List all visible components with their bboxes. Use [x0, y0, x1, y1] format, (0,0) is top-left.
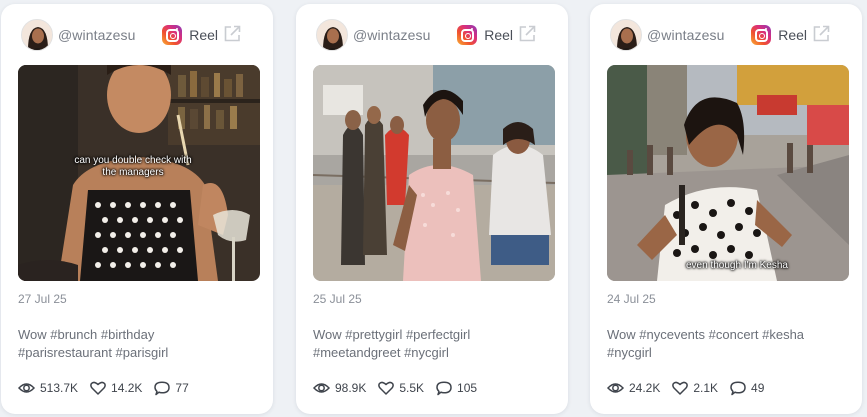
views-stat: 98.9K	[313, 381, 366, 395]
heart-icon	[90, 381, 106, 395]
views-count: 24.2K	[629, 381, 661, 395]
card-header: @wintazesu Reel	[18, 18, 256, 58]
views-stat: 24.2K	[607, 381, 660, 395]
instagram-icon	[162, 25, 182, 45]
heart-icon	[378, 381, 395, 395]
comment-icon	[436, 380, 452, 395]
caption-line: #nycgirl	[607, 345, 652, 360]
post-caption: Wow #nycevents #concert #kesha #nycgirl	[607, 326, 847, 362]
views-count: 513.7K	[40, 381, 79, 395]
video-caption-overlay: can you double check with the managers	[58, 155, 208, 179]
views-count: 98.9K	[335, 381, 367, 395]
caption-line: Wow #nycevents #concert #kesha	[607, 327, 805, 342]
caption-line: Wow #prettygirl #perfectgirl	[313, 327, 471, 342]
likes-count: 14.2K	[111, 381, 143, 395]
comments-count: 105	[457, 381, 478, 395]
comments-count: 77	[175, 381, 189, 395]
instagram-icon-dot	[765, 28, 767, 30]
heart-icon	[672, 381, 689, 395]
external-link-icon[interactable]	[517, 24, 537, 44]
post-type-label: Reel	[189, 27, 218, 43]
comments-stat: 49	[730, 380, 765, 396]
likes-stat: 14.2K	[90, 381, 142, 395]
post-date: 25 Jul 25	[313, 292, 362, 306]
eye-icon	[18, 383, 35, 393]
avatar[interactable]	[21, 19, 53, 51]
views-stat: 513.7K	[18, 381, 78, 395]
post-caption: Wow #brunch #birthday #parisrestaurant #…	[18, 326, 258, 362]
instagram-icon-dot	[176, 28, 178, 30]
caption-line: #meetandgreet #nycgirl	[313, 345, 449, 360]
post-card[interactable]: @wintazesu Reel	[296, 4, 568, 414]
caption-line: #parisrestaurant #parisgirl	[18, 345, 169, 360]
video-caption-overlay: even though I'm Kesha	[667, 260, 807, 272]
post-type-label: Reel	[778, 27, 807, 43]
post-stats: 513.7K 14.2K 77	[18, 379, 201, 397]
username[interactable]: @wintazesu	[353, 27, 430, 43]
post-stats: 24.2K 2.1K 49	[607, 379, 776, 397]
avatar[interactable]	[610, 19, 642, 51]
likes-count: 2.1K	[693, 381, 719, 395]
eye-icon	[607, 383, 624, 393]
comments-stat: 77	[154, 380, 189, 396]
username[interactable]: @wintazesu	[647, 27, 724, 43]
likes-count: 5.5K	[399, 381, 425, 395]
reel-thumbnail[interactable]: can you double check with the managers	[18, 65, 260, 281]
overlay-line: can you double check with	[74, 155, 192, 166]
comment-icon	[730, 380, 746, 395]
overlay-line: even though I'm Kesha	[686, 260, 788, 271]
card-header: @wintazesu Reel	[607, 18, 845, 58]
post-type-label: Reel	[484, 27, 513, 43]
comment-icon	[154, 380, 171, 395]
overlay-line: the managers	[102, 167, 164, 178]
card-header: @wintazesu Reel	[313, 18, 551, 58]
instagram-icon-dot	[471, 28, 473, 30]
post-card[interactable]: @wintazesu Reel	[1, 4, 273, 414]
reel-thumbnail[interactable]: even though I'm Kesha	[607, 65, 849, 281]
likes-stat: 5.5K	[378, 381, 424, 395]
instagram-icon	[457, 25, 477, 45]
comments-stat: 105	[436, 380, 478, 396]
post-card[interactable]: @wintazesu Reel	[590, 4, 862, 414]
post-caption: Wow #prettygirl #perfectgirl #meetandgre…	[313, 326, 553, 362]
eye-icon	[313, 383, 330, 393]
external-link-icon[interactable]	[222, 24, 242, 44]
avatar[interactable]	[316, 19, 348, 51]
likes-stat: 2.1K	[672, 381, 718, 395]
instagram-icon	[751, 25, 771, 45]
post-date: 27 Jul 25	[18, 292, 67, 306]
reel-thumbnail[interactable]	[313, 65, 555, 281]
post-stats: 98.9K 5.5K 105	[313, 379, 489, 397]
comments-count: 49	[751, 381, 765, 395]
post-date: 24 Jul 25	[607, 292, 656, 306]
username[interactable]: @wintazesu	[58, 27, 135, 43]
caption-line: Wow #brunch #birthday	[18, 327, 155, 342]
external-link-icon[interactable]	[811, 24, 831, 44]
